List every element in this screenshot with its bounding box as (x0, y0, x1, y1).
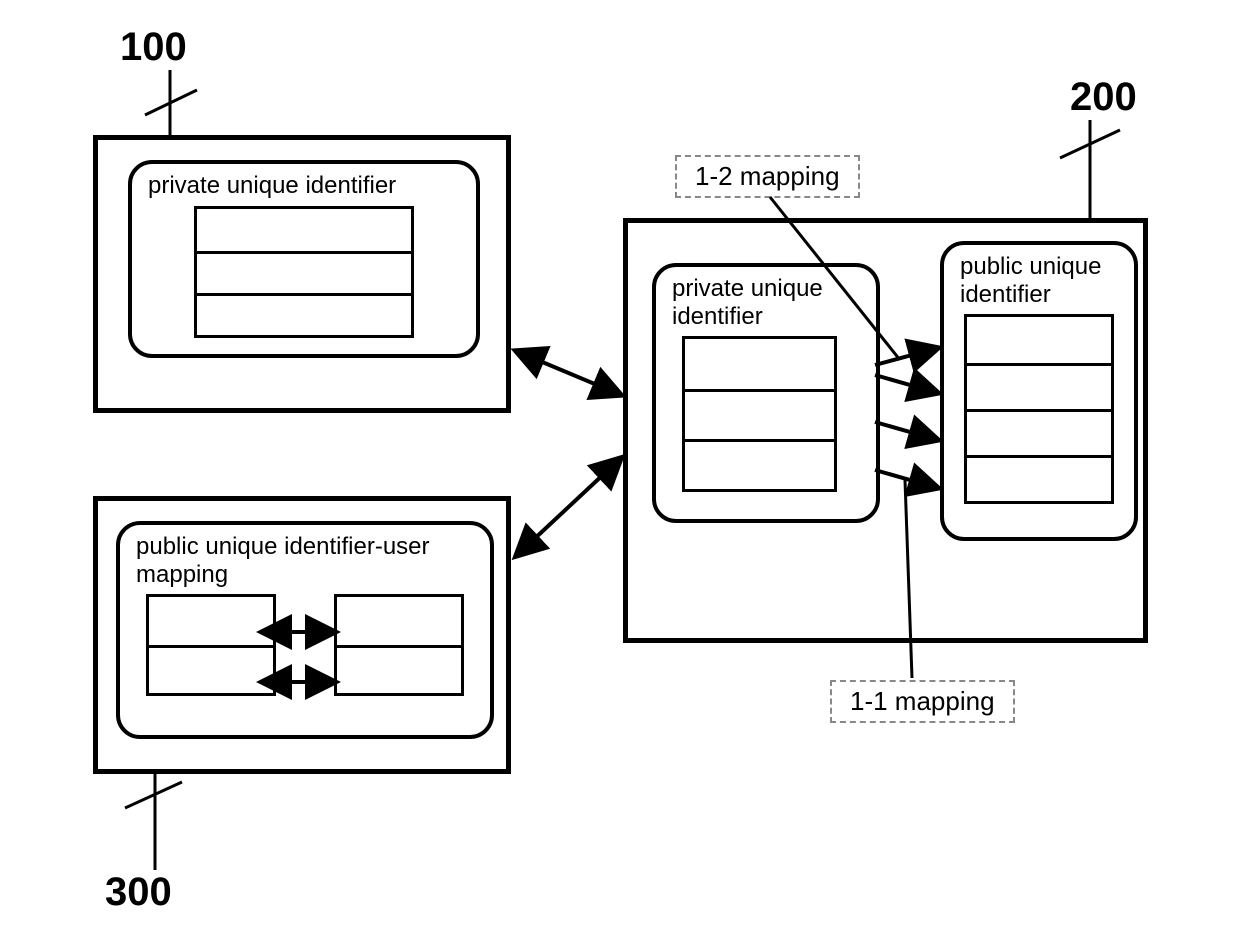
private-id-rows-200 (682, 336, 837, 492)
panel-title-private-id-200: private unique identifier (672, 275, 860, 330)
panel-title-public-map: public unique identifier-user mapping (136, 533, 474, 588)
table-row (685, 339, 834, 389)
panel-public-id-user-mapping: public unique identifier-user mapping (116, 521, 494, 739)
box-200: private unique identifier public unique … (623, 218, 1148, 643)
table-row (337, 597, 461, 645)
public-id-rows-200 (964, 314, 1114, 504)
table-row (967, 317, 1111, 363)
ref-label-100: 100 (120, 25, 187, 70)
panel-private-id-200: private unique identifier (652, 263, 880, 523)
label-1-2-mapping: 1-2 mapping (675, 155, 860, 198)
panel-private-id-100: private unique identifier (128, 160, 480, 358)
table-row (685, 389, 834, 439)
mapping-tables-wrap (136, 594, 474, 714)
table-row (967, 363, 1111, 409)
table-row (967, 455, 1111, 501)
table-row (337, 645, 461, 693)
table-row (967, 409, 1111, 455)
label-1-1-mapping: 1-1 mapping (830, 680, 1015, 723)
table-row (197, 251, 411, 293)
table-row (685, 439, 834, 489)
panel-title-public-id-200: public unique identifier (960, 253, 1118, 308)
table-row (149, 645, 273, 693)
ref-label-300: 300 (105, 870, 172, 915)
box-100: private unique identifier (93, 135, 511, 413)
mapping-left-col (146, 594, 276, 696)
private-id-rows-100 (194, 206, 414, 338)
panel-public-id-200: public unique identifier (940, 241, 1138, 541)
table-row (149, 597, 273, 645)
box-300: public unique identifier-user mapping (93, 496, 511, 774)
panel-title-private-id-100: private unique identifier (148, 172, 460, 200)
table-row (197, 293, 411, 335)
mapping-right-col (334, 594, 464, 696)
table-row (197, 209, 411, 251)
ref-label-200: 200 (1070, 75, 1137, 120)
